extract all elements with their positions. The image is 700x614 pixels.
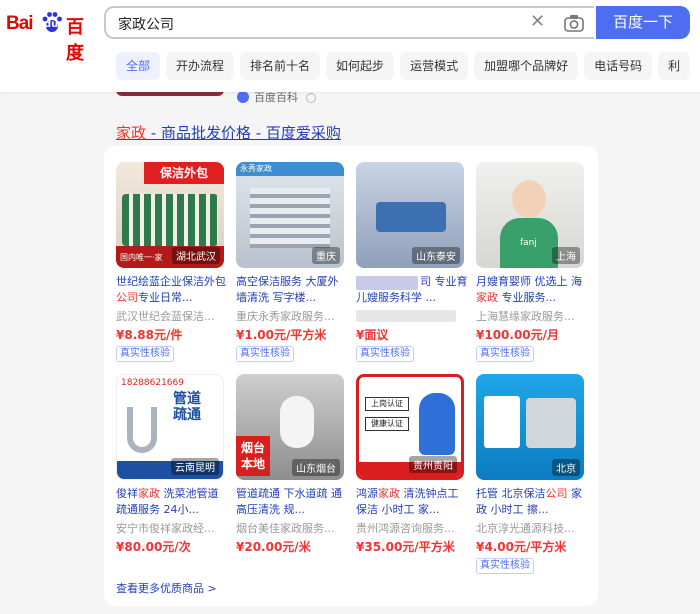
verified-badge: 真实性核验	[236, 346, 294, 362]
baike-icon	[237, 91, 249, 103]
product-image[interactable]: 上岗认证 健康认证 贵州贵阳	[356, 374, 464, 480]
product-shop[interactable]: 北京淳光通源科技...	[476, 520, 588, 536]
search-input[interactable]: 家政公司	[118, 14, 174, 34]
image-building	[250, 188, 330, 248]
product-location: 山东烟台	[292, 459, 340, 476]
logo-text-cn: 百度	[66, 17, 84, 64]
search-button[interactable]: 百度一下	[596, 6, 690, 39]
product-desc[interactable]: 管道疏通 下水道疏 通高压清洗 规...	[236, 486, 348, 518]
tag-phone[interactable]: 电话号码	[584, 52, 653, 80]
tag-process[interactable]: 开办流程	[166, 52, 235, 80]
product-location: 重庆	[312, 247, 340, 264]
product-shop[interactable]: 武汉世纪会蓝保洁...	[116, 308, 228, 324]
top-bar: Bai du 百度 家政公司 ✕ 百度一下 全部 开办流程 排名前十名 如何起步 运营模…	[0, 0, 700, 92]
product-image[interactable]: 保洁外包 国内唯一·家 湖北武汉	[116, 162, 224, 268]
result-title-link[interactable]: 家政 - 商品批发价格 - 百度爱采购	[116, 122, 341, 143]
baidu-logo[interactable]: Bai du 百度	[6, 10, 94, 64]
image-floor	[526, 398, 576, 448]
product-price: ¥4.00元/平方米	[476, 540, 567, 554]
search-box[interactable]: 家政公司 ✕	[104, 6, 594, 39]
previous-result-tail: 百度百科	[116, 86, 596, 116]
tag-operation[interactable]: 运营模式	[400, 52, 469, 80]
product-price: ¥面议	[356, 328, 389, 342]
product-desc[interactable]: 月嫂育婴师 优选上 海家政 专业服务...	[476, 274, 588, 306]
product-location: 上海	[552, 247, 580, 264]
image-banner: 永秀家政	[236, 162, 344, 176]
product-image[interactable]: 永秀家政 重庆	[236, 162, 344, 268]
tag-franchise[interactable]: 加盟哪个品牌好	[474, 52, 579, 80]
product-image[interactable]: fanj 上海	[476, 162, 584, 268]
image-tag: 烟台本地	[236, 436, 270, 476]
more-products-link[interactable]: 查看更多优质商品 >	[116, 580, 217, 596]
image-staff-row	[122, 194, 218, 246]
verified-badge: 真实性核验	[476, 346, 534, 362]
product-location: 北京	[552, 459, 580, 476]
image-cert: 上岗认证	[365, 397, 409, 411]
tag-how-to-start[interactable]: 如何起步	[326, 52, 395, 80]
tag-more[interactable]: 利	[658, 52, 691, 80]
blurred-shop	[356, 310, 456, 322]
verified-badge: 真实性核验	[356, 346, 414, 362]
image-checklist	[484, 396, 520, 448]
product-image[interactable]: 18288621669 管道疏通 云南昆明	[116, 374, 224, 480]
image-banner: 保洁外包	[144, 162, 224, 184]
product-price: ¥100.00元/月	[476, 328, 560, 342]
verified-badge: 真实性核验	[116, 346, 174, 362]
image-pipe	[127, 407, 157, 453]
product-price: ¥20.00元/米	[236, 540, 311, 554]
product-shop[interactable]: 上海慧缘家政服务...	[476, 308, 588, 324]
product-desc[interactable]: 高空保洁服务 大厦外墙清洗 写字楼...	[236, 274, 348, 306]
product-desc[interactable]: 司 专业育儿嫂服务科学 ...	[356, 274, 468, 306]
product-location: 贵州贵阳	[409, 456, 457, 473]
related-tags: 全部 开办流程 排名前十名 如何起步 运营模式 加盟哪个品牌好 电话号码利	[116, 52, 696, 80]
image-title: 管道疏通	[173, 391, 201, 423]
image-meeting	[376, 202, 446, 232]
logo-text-du: du	[44, 19, 59, 30]
image-toilet	[280, 396, 314, 448]
image-subtext: 国内唯一·家	[120, 253, 163, 262]
tag-all[interactable]: 全部	[116, 52, 161, 80]
product-desc[interactable]: 俊祥家政 洗菜池管道疏通服务 24小...	[116, 486, 228, 518]
product-shop[interactable]: 贵州鸿源咨询服务...	[356, 520, 468, 536]
image-face	[512, 180, 546, 218]
image-cert-2: 健康认证	[365, 417, 409, 431]
image-phone: 18288621669	[121, 378, 184, 388]
product-location: 山东泰安	[412, 247, 460, 264]
product-price: ¥8.88元/件	[116, 328, 183, 342]
product-shop[interactable]: 安宁市俊祥家政经...	[116, 520, 228, 536]
product-price: ¥80.00元/次	[116, 540, 191, 554]
product-desc[interactable]: 托管 北京保洁公司 家政 小时工 擦...	[476, 486, 588, 518]
close-icon[interactable]: ✕	[530, 11, 545, 32]
verified-icon	[306, 93, 316, 103]
product-price: ¥35.00元/平方米	[356, 540, 455, 554]
image-cleaner	[419, 393, 455, 455]
product-price: ¥1.00元/平方米	[236, 328, 327, 342]
product-image[interactable]: 山东泰安	[356, 162, 464, 268]
product-shop[interactable]: 重庆永秀家政服务...	[236, 308, 348, 324]
product-location: 云南昆明	[171, 458, 219, 475]
product-location: 湖北武汉	[172, 247, 220, 264]
product-desc[interactable]: 世纪绘蓝企业保洁外包公司专业日常...	[116, 274, 228, 306]
camera-icon[interactable]	[564, 14, 584, 32]
tag-top10[interactable]: 排名前十名	[240, 52, 321, 80]
product-card: 保洁外包 国内唯一·家 湖北武汉 世纪绘蓝企业保洁外包公司专业日常... 武汉世…	[104, 146, 598, 606]
product-image[interactable]: 烟台本地 山东烟台	[236, 374, 344, 480]
product-shop[interactable]: 烟台美佳家政服务...	[236, 520, 348, 536]
image-logo-text: fanj	[520, 238, 537, 248]
product-desc[interactable]: 鸿源家政 清洗钟点工保洁 小时工 家...	[356, 486, 468, 518]
logo-text-bai: Bai	[6, 13, 34, 34]
verified-badge: 真实性核验	[476, 558, 534, 574]
product-image[interactable]: 北京	[476, 374, 584, 480]
